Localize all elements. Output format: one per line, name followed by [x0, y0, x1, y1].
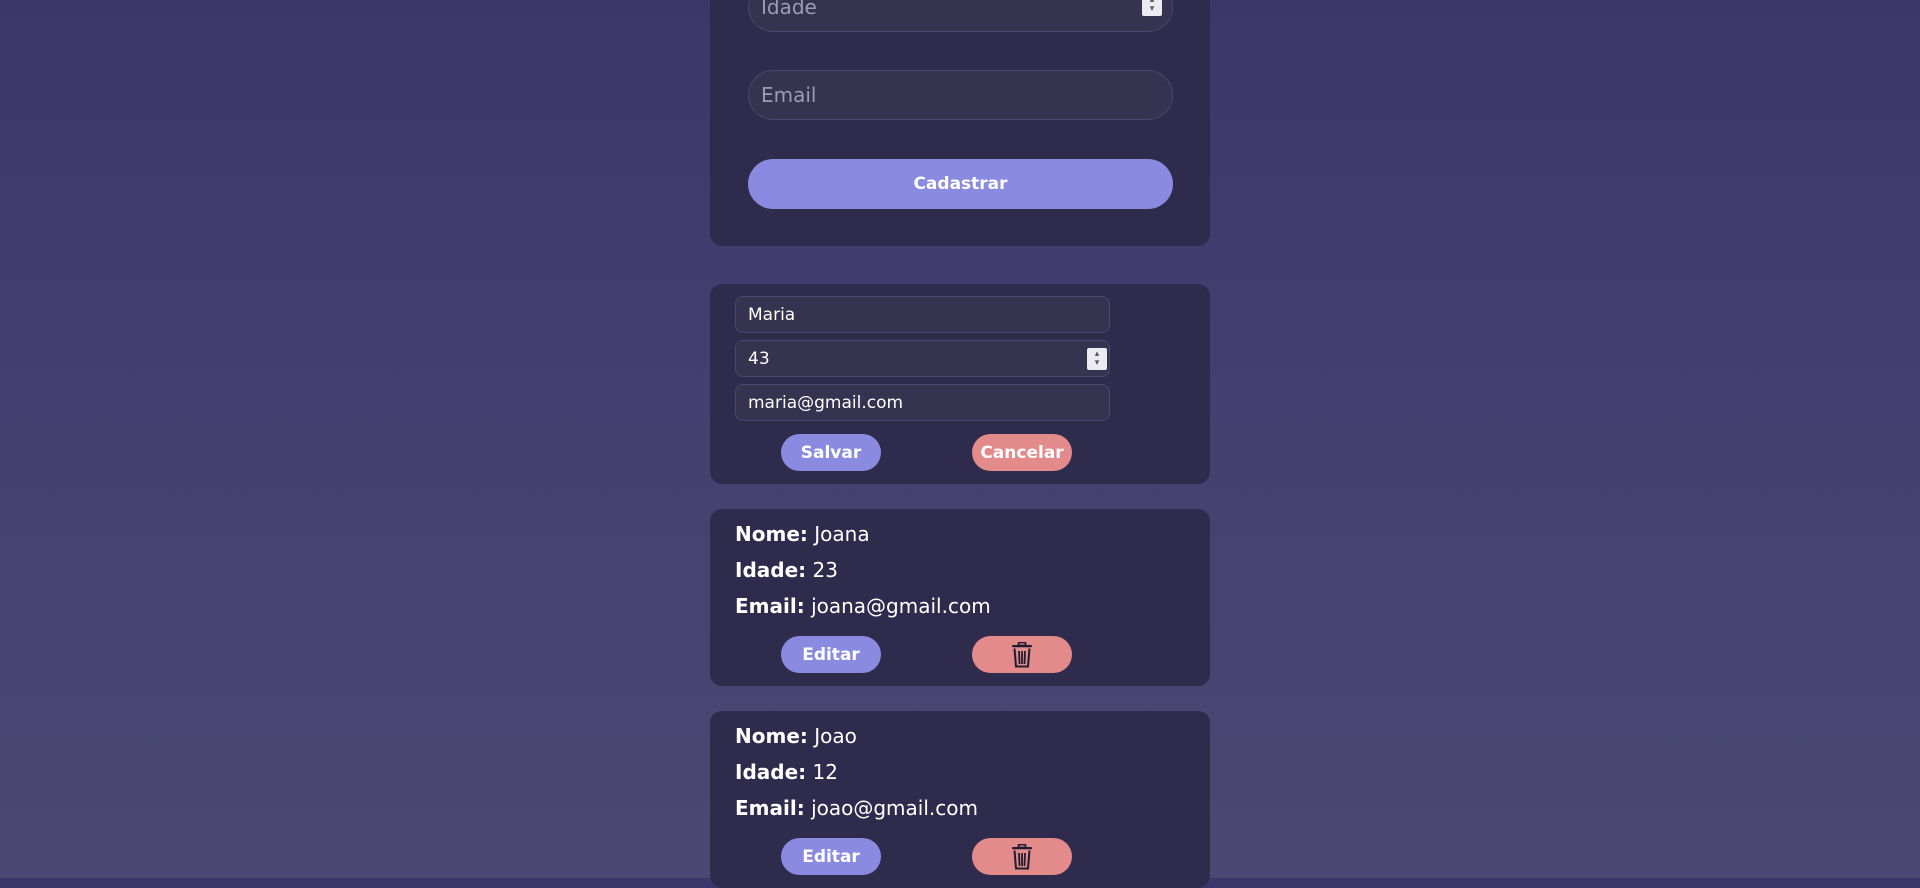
user-age-row: Idade: 12: [735, 760, 838, 784]
delete-button[interactable]: [972, 636, 1072, 673]
edit-age-stepper[interactable]: ▴ ▾: [1087, 348, 1107, 370]
trash-icon: [1011, 641, 1033, 668]
edit-email-value: maria@gmail.com: [748, 392, 904, 413]
name-label: Nome:: [735, 522, 808, 546]
age-label: Idade:: [735, 760, 807, 784]
delete-button[interactable]: [972, 838, 1072, 875]
user-email: joao@gmail.com: [811, 796, 978, 820]
user-email-row: Email: joao@gmail.com: [735, 796, 978, 820]
chevron-down-icon[interactable]: ▾: [1095, 359, 1100, 368]
edit-name-value: Maria: [748, 304, 796, 325]
user-email: joana@gmail.com: [811, 594, 991, 618]
edit-button[interactable]: Editar: [781, 838, 881, 875]
user-age: 23: [812, 558, 838, 582]
register-form-card: Idade ▴ ▾ Email Cadastrar: [710, 0, 1210, 246]
edit-age-input[interactable]: 43 ▴ ▾: [735, 340, 1110, 377]
cancel-button[interactable]: Cancelar: [972, 434, 1072, 471]
user-name-row: Nome: Joao: [735, 724, 857, 748]
email-placeholder: Email: [761, 83, 817, 107]
user-name: Joao: [814, 724, 857, 748]
age-input[interactable]: Idade ▴ ▾: [748, 0, 1173, 32]
user-email-row: Email: joana@gmail.com: [735, 594, 991, 618]
chevron-down-icon[interactable]: ▾: [1150, 5, 1155, 14]
edit-age-value: 43: [748, 348, 770, 369]
email-label: Email:: [735, 594, 805, 618]
edit-button[interactable]: Editar: [781, 636, 881, 673]
edit-email-input[interactable]: maria@gmail.com: [735, 384, 1110, 421]
user-card: Nome: Joana Idade: 23 Email: joana@gmail…: [710, 509, 1210, 686]
age-placeholder: Idade: [761, 0, 817, 19]
user-name: Joana: [814, 522, 870, 546]
save-button[interactable]: Salvar: [781, 434, 881, 471]
edit-user-card: Maria 43 ▴ ▾ maria@gmail.com Salvar Canc…: [710, 284, 1210, 484]
user-name-row: Nome: Joana: [735, 522, 870, 546]
age-label: Idade:: [735, 558, 807, 582]
register-button[interactable]: Cadastrar: [748, 159, 1173, 209]
edit-name-input[interactable]: Maria: [735, 296, 1110, 333]
name-label: Nome:: [735, 724, 808, 748]
email-input[interactable]: Email: [748, 70, 1173, 120]
email-label: Email:: [735, 796, 805, 820]
user-age-row: Idade: 23: [735, 558, 838, 582]
user-card: Nome: Joao Idade: 12 Email: joao@gmail.c…: [710, 711, 1210, 888]
trash-icon: [1011, 843, 1033, 870]
age-stepper[interactable]: ▴ ▾: [1142, 0, 1162, 16]
user-age: 12: [812, 760, 838, 784]
